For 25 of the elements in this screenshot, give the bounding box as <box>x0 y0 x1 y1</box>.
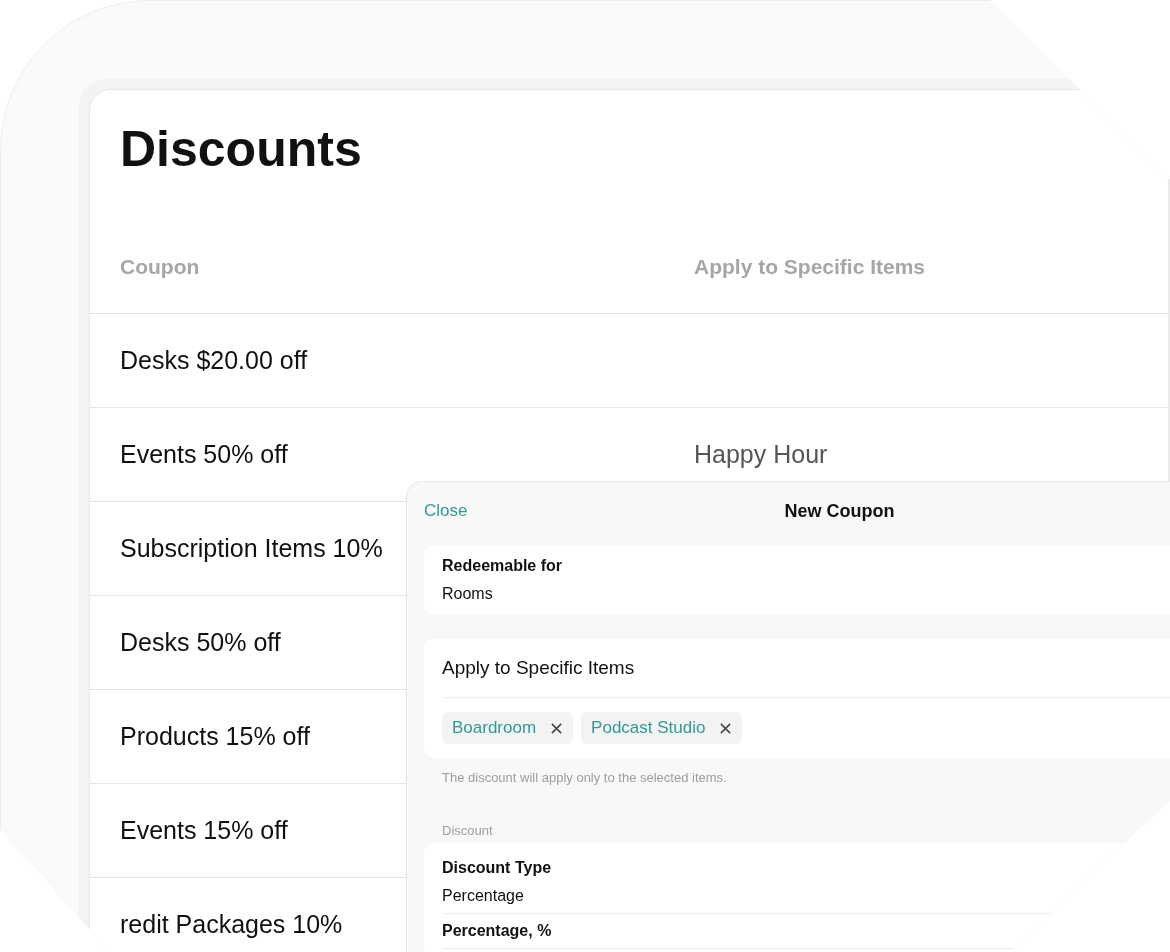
coupon-cell: Products 15% off <box>120 722 310 751</box>
coupon-cell: Desks 50% off <box>120 628 281 657</box>
remove-icon[interactable] <box>719 721 733 735</box>
field-value[interactable]: Rooms <box>442 579 1170 607</box>
coupon-cell: Events 50% off <box>120 440 288 469</box>
remove-icon[interactable] <box>550 721 564 735</box>
coupon-cell: Desks $20.00 off <box>120 346 308 375</box>
column-header: Coupon <box>120 255 200 279</box>
section-label: Discount <box>442 823 494 838</box>
field-label: Apply to Specific Items <box>442 639 1170 698</box>
field-label: Percentage, % <box>442 921 553 941</box>
dialog-title: New Coupon <box>784 500 895 522</box>
close-link[interactable]: Close <box>424 501 468 521</box>
field-value[interactable]: Percentage <box>442 881 1170 909</box>
field-label: Redeemable for <box>442 556 564 576</box>
item-chip[interactable]: Podcast Studio <box>581 712 743 744</box>
item-chip[interactable]: Boardroom <box>442 712 574 744</box>
coupon-cell: Subscription Items 10% <box>120 534 383 563</box>
column-header: Apply to Specific Items <box>694 255 926 279</box>
coupon-cell: Events 15% off <box>120 816 288 845</box>
hint-text: The discount will apply only to the selected items. <box>442 770 728 785</box>
page-title: Discounts <box>119 120 363 179</box>
items-cell: Happy Hour <box>694 440 828 469</box>
coupon-cell: redit Packages 10% <box>120 910 343 939</box>
field-label: Discount Type <box>442 858 553 878</box>
